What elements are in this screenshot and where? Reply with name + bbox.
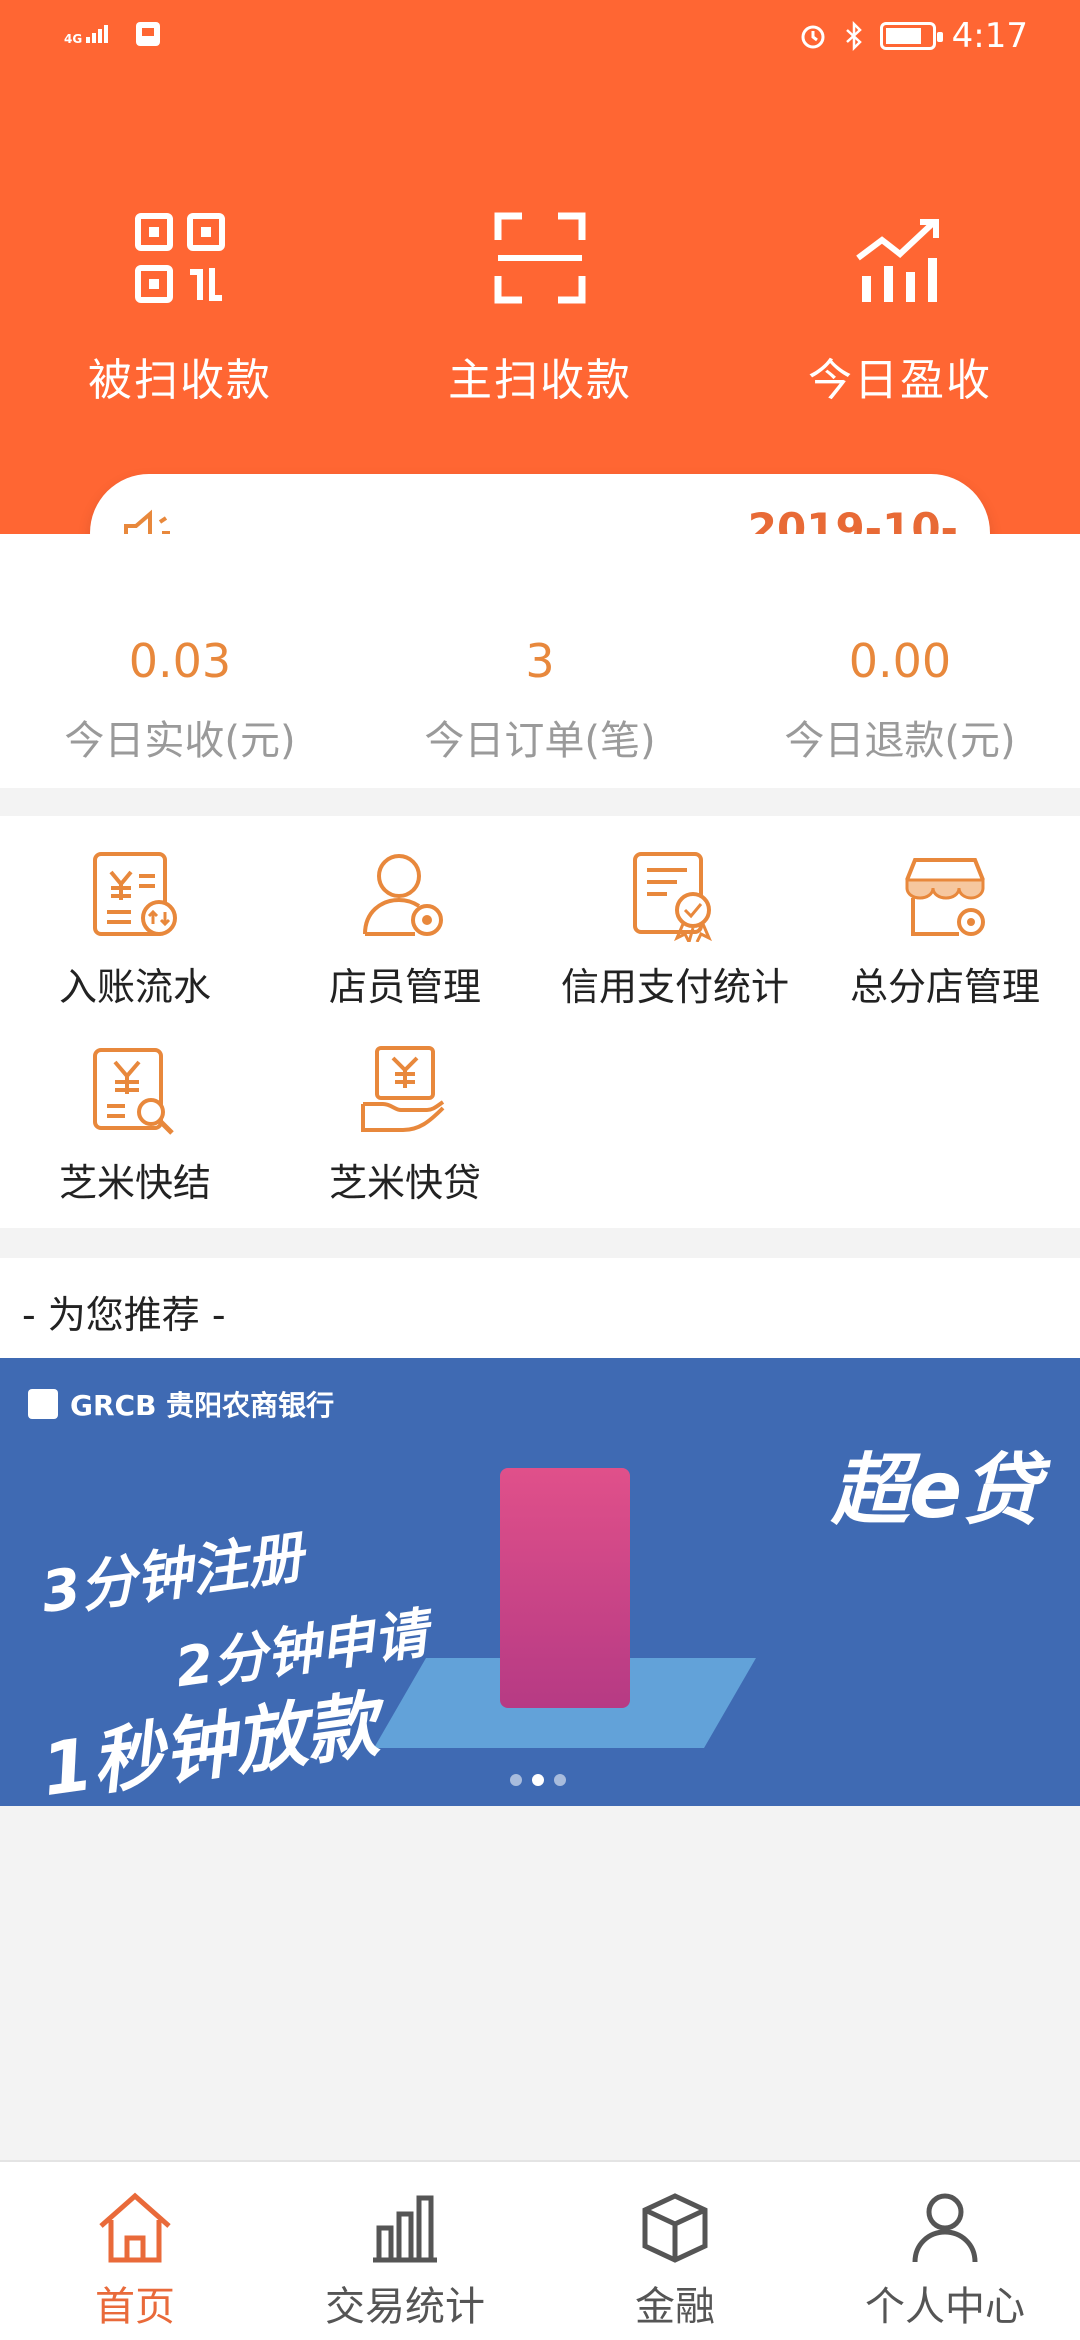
- app-notification-icon: [136, 22, 161, 46]
- store-settings-icon: [905, 858, 985, 936]
- nav-trade-stats[interactable]: 交易统计: [270, 2162, 540, 2340]
- bluetooth-icon: [845, 21, 862, 51]
- quick-actions: 被扫收款 主扫收款 今日盈收: [0, 210, 1080, 408]
- grid-item-quick-settle[interactable]: 芝米快结: [0, 1042, 270, 1207]
- signal-icon: 4G: [64, 23, 116, 45]
- carousel-dot[interactable]: [510, 1774, 522, 1786]
- carousel-dots: [510, 1774, 566, 1786]
- grid-item-ledger[interactable]: 入账流水: [0, 846, 270, 1011]
- passive-scan-pay-button[interactable]: 被扫收款: [0, 210, 360, 408]
- battery-icon: [879, 22, 943, 50]
- qr-code-icon: [135, 213, 225, 303]
- bottom-nav: 首页 交易统计 金融 个人中心: [0, 2160, 1080, 2340]
- grid-item-credit-stats[interactable]: 信用支付统计: [540, 846, 810, 1011]
- banner-tower-illustration: [500, 1468, 630, 1708]
- recommend-title: - 为您推荐 -: [22, 1293, 226, 1337]
- nav-finance[interactable]: 金融: [540, 2162, 810, 2340]
- promo-banner[interactable]: GRCB 贵阳农商银行 超e贷 3分钟注册 2分钟申请 1秒钟放款: [0, 1358, 1080, 1806]
- scan-icon: [494, 212, 586, 304]
- staff-settings-icon: [363, 854, 443, 936]
- header: 4G 4:17 被扫收款 主扫收款 今日盈收: [0, 0, 1080, 534]
- stat-refunds[interactable]: 0.00 今日退款(元): [720, 634, 1080, 766]
- app-screen: 4G 4:17 被扫收款 主扫收款 今日盈收 2019-10- 0.03 今日实…: [0, 0, 1080, 2340]
- grid-item-staff[interactable]: 店员管理: [270, 846, 540, 1011]
- today-revenue-button[interactable]: 今日盈收: [720, 210, 1080, 408]
- quick-loan-icon: [361, 1046, 445, 1132]
- grid-item-quick-loan[interactable]: 芝米快贷: [270, 1042, 540, 1207]
- function-grid: 入账流水 店员管理 信用支付统计 总分店管理 芝米快结 芝米快贷: [0, 816, 1080, 1228]
- quick-settle-icon: [93, 1048, 174, 1135]
- bar-chart-icon: [373, 2195, 437, 2263]
- clock: 4:17: [951, 16, 1028, 56]
- stat-received[interactable]: 0.03 今日实收(元): [0, 634, 360, 766]
- user-icon: [912, 2193, 978, 2263]
- grid-item-store-management[interactable]: 总分店管理: [810, 846, 1080, 1011]
- recommend-section: - 为您推荐 -: [0, 1258, 1080, 1358]
- cube-icon: [642, 2193, 708, 2263]
- bank-logo: GRCB 贵阳农商银行: [28, 1384, 334, 1424]
- stat-orders[interactable]: 3 今日订单(笔): [360, 634, 720, 766]
- status-bar: 4G 4:17: [0, 0, 1080, 72]
- credit-report-icon: [633, 852, 712, 947]
- nav-home[interactable]: 首页: [0, 2162, 270, 2340]
- nav-profile[interactable]: 个人中心: [810, 2162, 1080, 2340]
- today-stats: 0.03 今日实收(元) 3 今日订单(笔) 0.00 今日退款(元): [0, 534, 1080, 788]
- bank-logo-icon: [28, 1389, 58, 1419]
- banner-brand: 超e贷: [831, 1446, 1040, 1536]
- active-scan-pay-button[interactable]: 主扫收款: [360, 210, 720, 408]
- ledger-icon: [93, 852, 177, 936]
- carousel-dot[interactable]: [532, 1774, 544, 1786]
- alarm-icon: [801, 25, 825, 49]
- home-icon: [99, 2192, 171, 2263]
- trend-chart-icon: [856, 219, 939, 302]
- carousel-dot[interactable]: [554, 1774, 566, 1786]
